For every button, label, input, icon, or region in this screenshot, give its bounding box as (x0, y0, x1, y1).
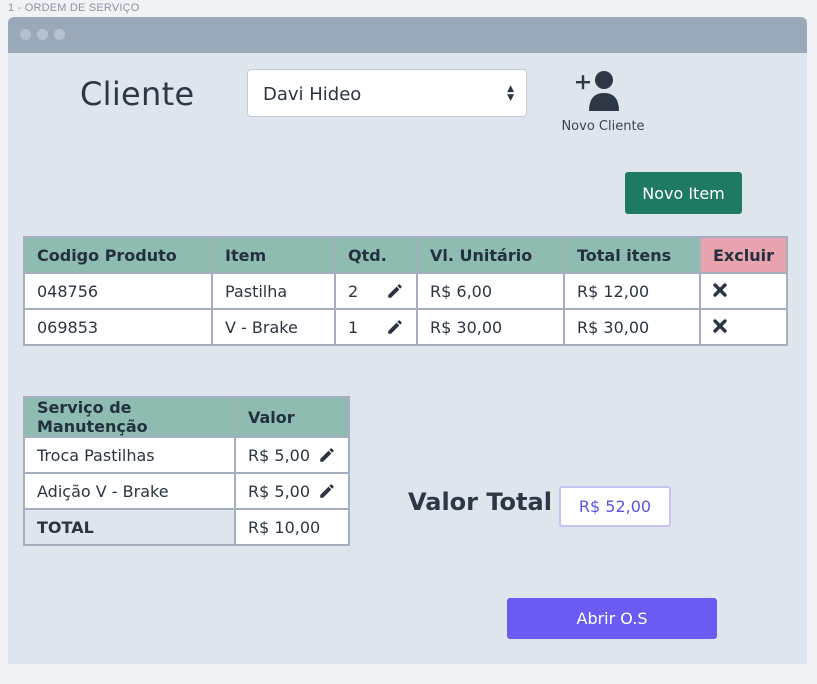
services-total-label: TOTAL (23, 508, 236, 546)
item-qty: 1 (348, 317, 359, 337)
window-control-dot[interactable] (37, 29, 48, 40)
close-icon[interactable] (713, 318, 727, 333)
delete-cell (699, 272, 788, 310)
item-qty: 2 (348, 281, 359, 301)
col-header-value: Valor (234, 396, 350, 438)
new-item-button[interactable]: Novo Item (625, 172, 742, 214)
pencil-icon[interactable] (318, 482, 336, 500)
services-total-value: R$ 10,00 (234, 508, 350, 546)
add-user-icon (576, 71, 619, 111)
delete-cell (699, 308, 788, 346)
app-window: Cliente Davi Hideo ▲ ▼ Novo Cliente Novo … (8, 17, 807, 664)
service-value-cell: R$ 5,00 (234, 436, 350, 474)
client-label: Cliente (80, 75, 195, 113)
item-qty-cell: 1 (334, 308, 418, 346)
service-value: R$ 5,00 (248, 481, 311, 501)
col-header-service: Serviço de Manutenção (23, 396, 236, 438)
col-header-code: Codigo Produto (23, 236, 213, 274)
service-name: Troca Pastilhas (23, 436, 236, 474)
services-table: Serviço de Manutenção Valor Troca Pastil… (23, 396, 350, 546)
frame-label: 1 - ORDEM DE SERVIÇO (8, 2, 140, 14)
item-total: R$ 12,00 (563, 272, 701, 310)
col-header-delete: Excluir (699, 236, 788, 274)
client-select-value: Davi Hideo (263, 84, 362, 105)
pencil-icon[interactable] (386, 318, 404, 336)
items-table: Codigo Produto Item Qtd. Vl. Unitário To… (23, 236, 788, 346)
item-unit-value: R$ 6,00 (416, 272, 565, 310)
pencil-icon[interactable] (318, 446, 336, 464)
item-total: R$ 30,00 (563, 308, 701, 346)
services-total-row: TOTAL R$ 10,00 (23, 508, 350, 546)
col-header-item: Item (211, 236, 336, 274)
item-qty-cell: 2 (334, 272, 418, 310)
close-icon[interactable] (713, 282, 727, 297)
services-table-header: Serviço de Manutenção Valor (23, 396, 350, 438)
new-client-button[interactable]: Novo Cliente (553, 69, 645, 141)
item-unit-value: R$ 30,00 (416, 308, 565, 346)
window-titlebar (8, 17, 807, 53)
new-client-label: Novo Cliente (561, 119, 645, 134)
valor-total-value: R$ 52,00 (559, 486, 671, 527)
table-row: 069853 V - Brake 1 R$ 30,00 R$ 30,00 (23, 308, 788, 346)
window-control-dot[interactable] (20, 29, 31, 40)
chevron-updown-icon: ▲ ▼ (507, 84, 514, 103)
item-name: V - Brake (211, 308, 336, 346)
table-row: Troca Pastilhas R$ 5,00 (23, 436, 350, 474)
client-select[interactable]: Davi Hideo ▲ ▼ (247, 69, 527, 117)
service-name: Adição V - Brake (23, 472, 236, 510)
col-header-unit-value: Vl. Unitário (416, 236, 565, 274)
window-control-dot[interactable] (54, 29, 65, 40)
col-header-total: Total itens (563, 236, 701, 274)
item-code: 069853 (23, 308, 213, 346)
item-name: Pastilha (211, 272, 336, 310)
pencil-icon[interactable] (386, 282, 404, 300)
table-row: 048756 Pastilha 2 R$ 6,00 R$ 12,00 (23, 272, 788, 310)
service-value: R$ 5,00 (248, 445, 311, 465)
items-table-header: Codigo Produto Item Qtd. Vl. Unitário To… (23, 236, 788, 274)
table-row: Adição V - Brake R$ 5,00 (23, 472, 350, 510)
item-code: 048756 (23, 272, 213, 310)
open-service-order-button[interactable]: Abrir O.S (507, 598, 717, 639)
service-value-cell: R$ 5,00 (234, 472, 350, 510)
valor-total-label: Valor Total (408, 488, 552, 516)
col-header-qty: Qtd. (334, 236, 418, 274)
